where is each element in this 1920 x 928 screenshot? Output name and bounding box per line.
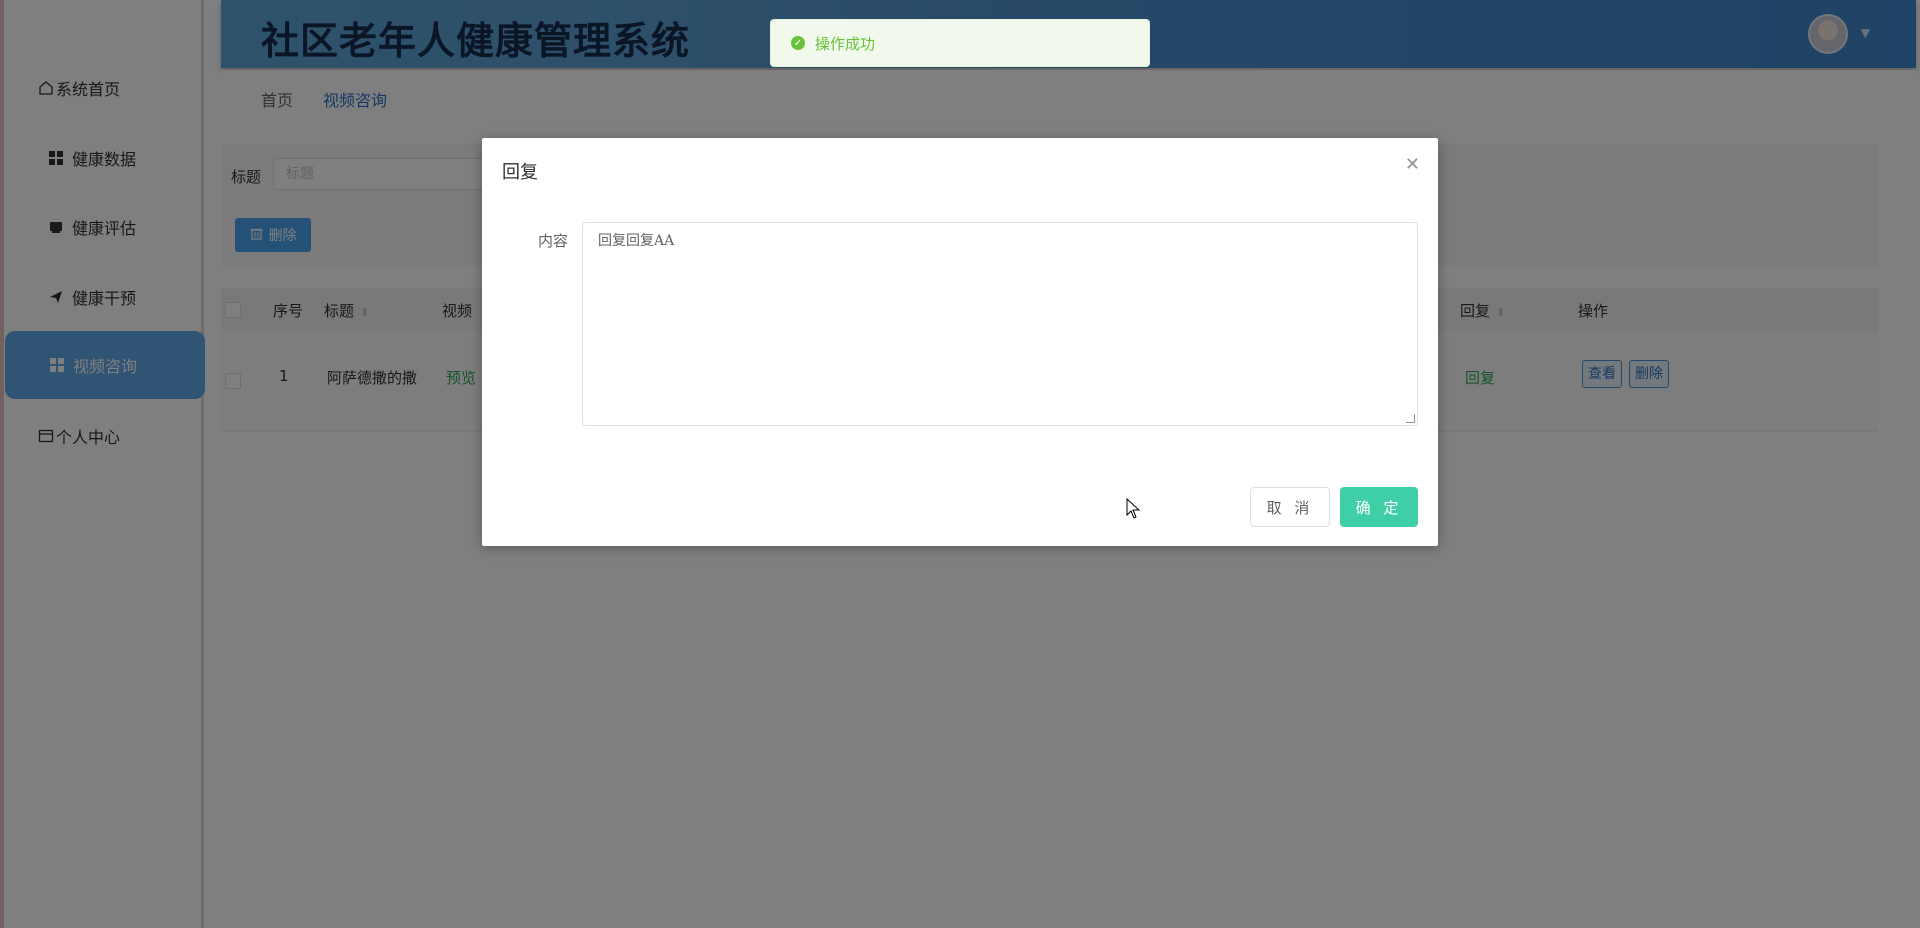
success-toast: ✓ 操作成功 <box>770 19 1150 67</box>
mouse-cursor-icon <box>1126 498 1141 519</box>
reply-content-text: 回复回复AA <box>598 233 675 249</box>
resize-handle-icon[interactable] <box>1406 414 1415 423</box>
check-circle-icon: ✓ <box>791 36 805 50</box>
confirm-button[interactable]: 确 定 <box>1340 487 1418 527</box>
reply-dialog: 回复 ✕ 内容 回复回复AA 取 消 确 定 <box>482 138 1438 546</box>
close-icon[interactable]: ✕ <box>1405 154 1420 175</box>
dialog-title: 回复 <box>502 162 538 183</box>
content-label: 内容 <box>538 232 569 250</box>
cancel-button[interactable]: 取 消 <box>1250 487 1330 527</box>
reply-content-textarea[interactable]: 回复回复AA <box>582 222 1418 426</box>
toast-message: 操作成功 <box>815 34 876 53</box>
